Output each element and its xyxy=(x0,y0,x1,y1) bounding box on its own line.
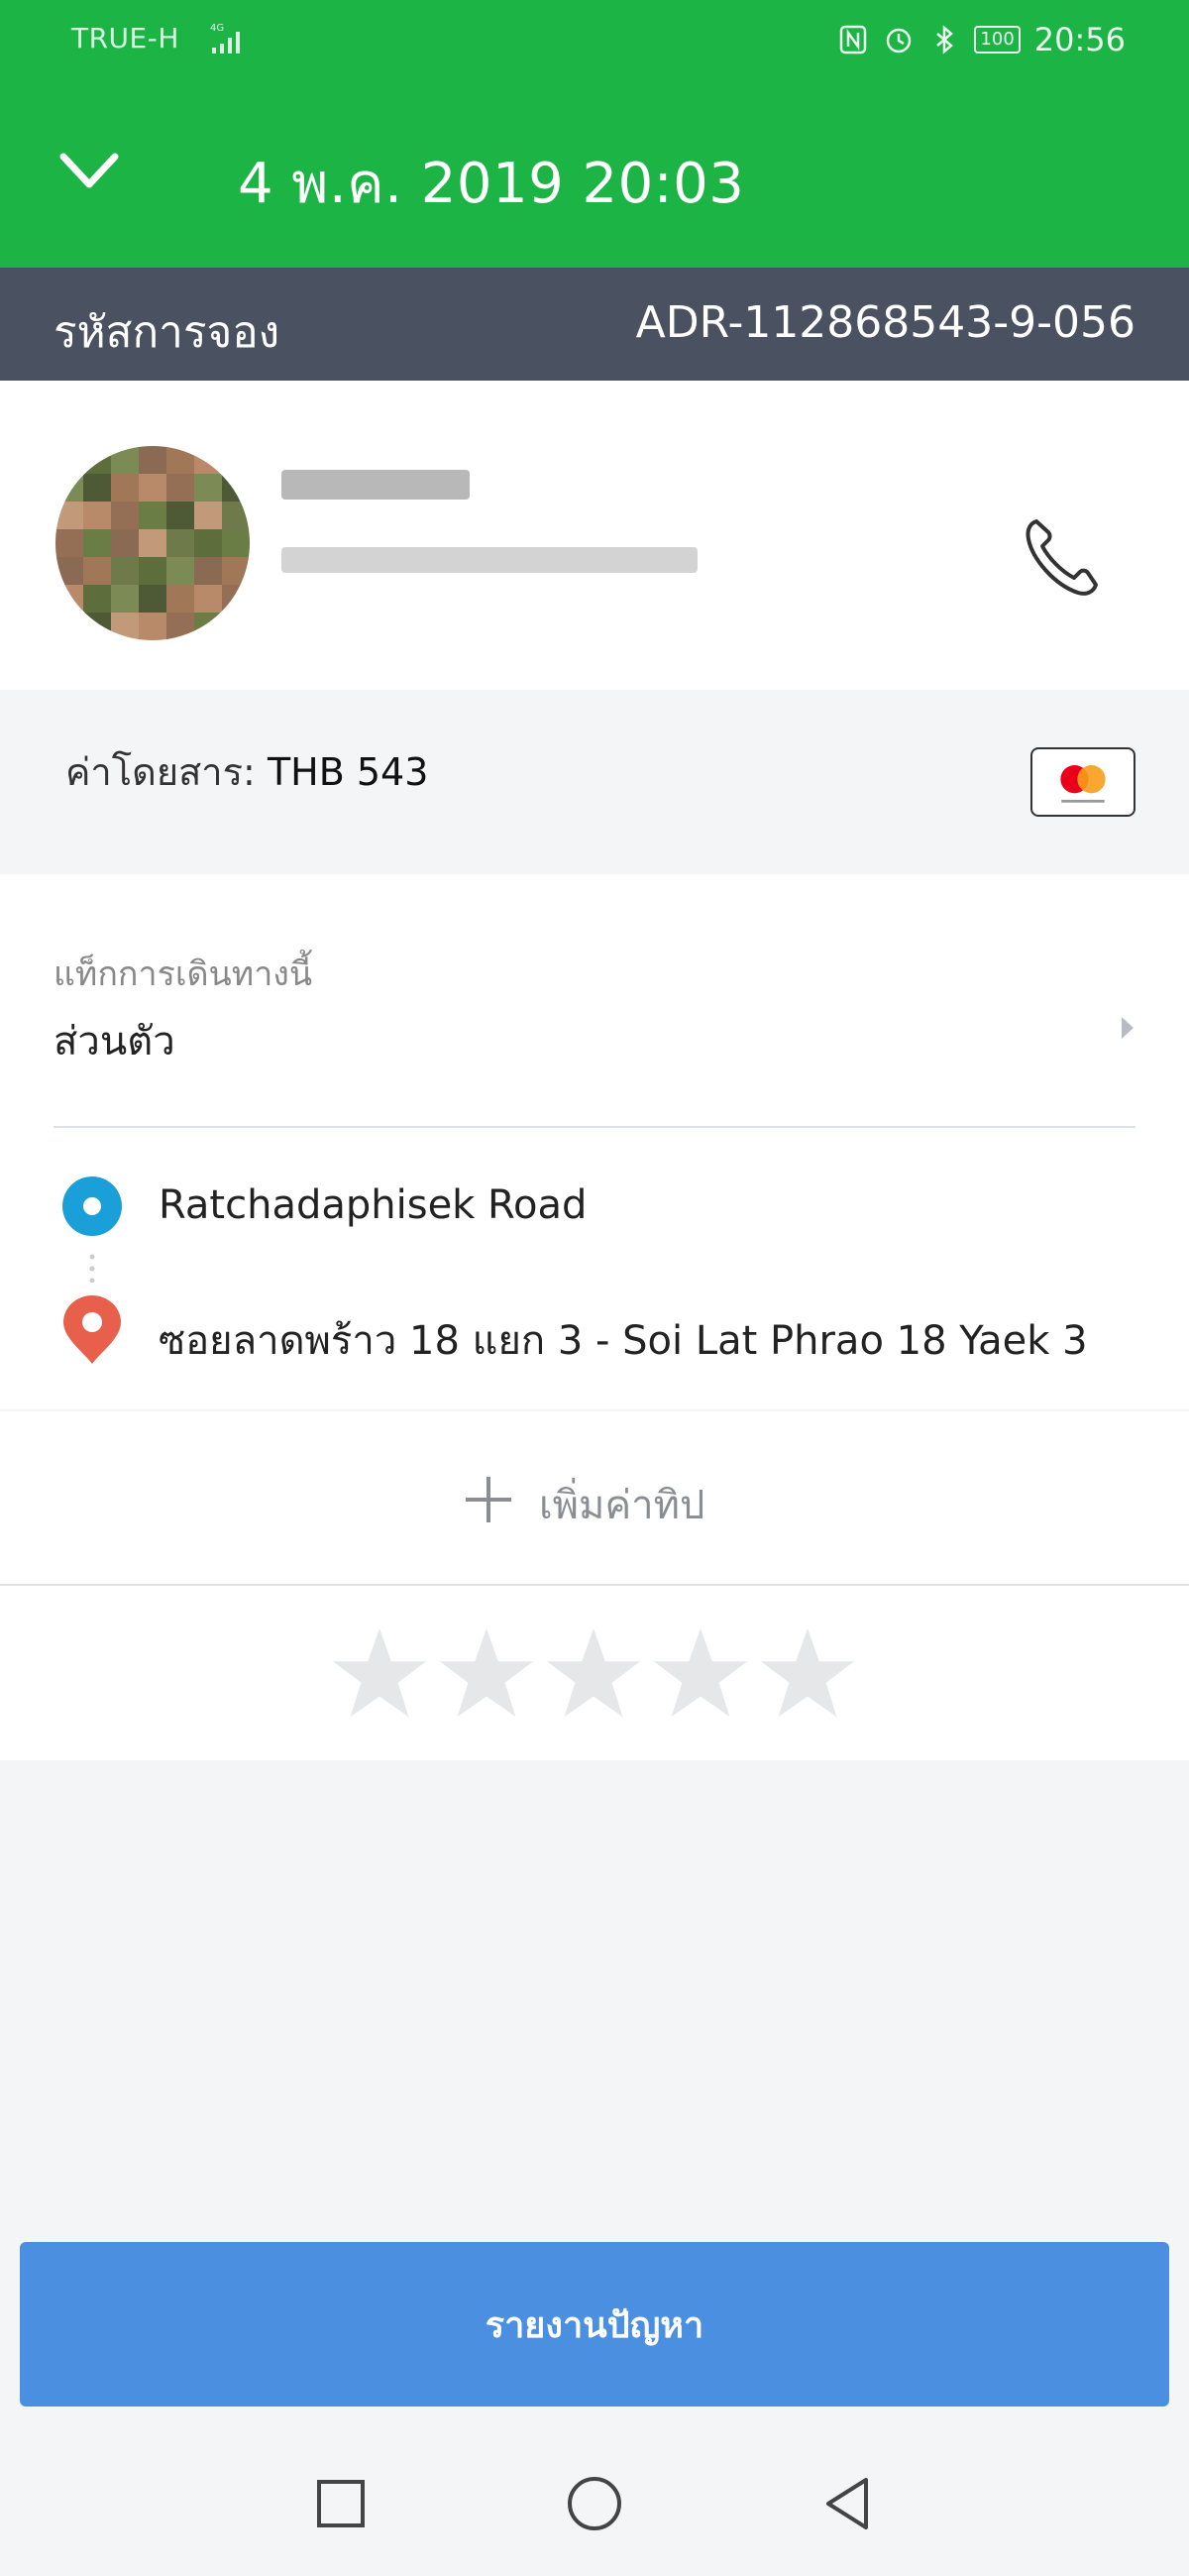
star-icon[interactable] xyxy=(652,1625,749,1721)
avatar-pixel xyxy=(222,474,250,502)
report-problem-button[interactable]: รายงานปัญหา xyxy=(20,2242,1169,2407)
avatar-pixel xyxy=(83,557,111,585)
page-title: 4 พ.ค. 2019 20:03 xyxy=(238,152,745,216)
recent-apps-icon[interactable] xyxy=(311,2474,371,2533)
avatar-pixel xyxy=(166,613,194,640)
avatar-pixel xyxy=(111,557,139,585)
avatar-pixel xyxy=(83,585,111,613)
avatar-pixel xyxy=(55,557,83,585)
fare-label: ค่าโดยสาร: xyxy=(65,750,268,794)
booking-code-label: รหัสการจอง xyxy=(54,307,280,358)
avatar-pixel xyxy=(83,502,111,529)
star-icon[interactable] xyxy=(438,1625,535,1721)
avatar-pixel xyxy=(166,502,194,529)
avatar-pixel xyxy=(222,557,250,585)
avatar-pixel xyxy=(222,529,250,557)
avatar-pixel xyxy=(55,585,83,613)
trip-tag-value[interactable]: ส่วนตัว xyxy=(54,1009,175,1072)
chevron-right-icon[interactable] xyxy=(1118,1013,1137,1043)
avatar-pixel xyxy=(194,502,222,529)
avatar-pixel xyxy=(111,613,139,640)
avatar-pixel xyxy=(222,585,250,613)
avatar-pixel xyxy=(222,502,250,529)
divider xyxy=(54,1126,1135,1128)
pickup-address: Ratchadaphisek Road xyxy=(159,1182,588,1228)
back-icon[interactable] xyxy=(818,2474,878,2533)
avatar-pixel xyxy=(83,613,111,640)
home-icon[interactable] xyxy=(565,2474,624,2533)
booking-code-bar: รหัสการจอง ADR-112868543-9-056 xyxy=(0,268,1189,381)
avatar-pixel xyxy=(166,446,194,474)
trip-tag-label: แท็กการเดินทางนี้ xyxy=(54,954,313,994)
dropoff-pin-icon xyxy=(63,1295,121,1364)
avatar-pixel xyxy=(111,502,139,529)
avatar-pixel xyxy=(139,557,166,585)
avatar-pixel xyxy=(55,502,83,529)
booking-code-value: ADR-112868543-9-056 xyxy=(635,297,1135,348)
dropoff-address: ซอยลาดพร้าว 18 แยก 3 - Soi Lat Phrao 18 … xyxy=(159,1318,1088,1364)
avatar-pixel xyxy=(166,529,194,557)
avatar-pixel xyxy=(139,613,166,640)
avatar-pixel xyxy=(194,557,222,585)
chevron-down-icon[interactable] xyxy=(57,147,121,196)
avatar xyxy=(55,446,250,640)
avatar-pixel xyxy=(166,474,194,502)
clock: 20:56 xyxy=(1033,21,1126,58)
phone-icon[interactable] xyxy=(1015,509,1110,605)
avatar-pixel xyxy=(166,585,194,613)
avatar-pixel xyxy=(83,529,111,557)
avatar-pixel xyxy=(83,446,111,474)
avatar-pixel xyxy=(83,474,111,502)
avatar-pixel xyxy=(194,613,222,640)
star-icon[interactable] xyxy=(331,1625,428,1721)
avatar-pixel xyxy=(222,613,250,640)
signal-icon: 4G xyxy=(210,23,240,54)
fare-amount: THB 543 xyxy=(267,750,429,794)
avatar-pixel xyxy=(222,446,250,474)
star-icon[interactable] xyxy=(759,1625,856,1721)
driver-name-redacted xyxy=(281,470,470,500)
avatar-pixel xyxy=(55,474,83,502)
nfc-icon xyxy=(840,25,867,55)
avatar-pixel xyxy=(139,502,166,529)
avatar-pixel xyxy=(139,529,166,557)
add-tip-label: เพิ่มค่าทิป xyxy=(539,1483,705,1528)
driver-vehicle-redacted xyxy=(281,547,698,573)
fare-text: ค่าโดยสาร: THB 543 xyxy=(65,741,428,802)
alarm-icon xyxy=(887,28,912,54)
avatar-pixel xyxy=(139,474,166,502)
driver-card xyxy=(0,381,1189,690)
avatar-pixel xyxy=(166,557,194,585)
avatar-pixel xyxy=(111,474,139,502)
avatar-pixel xyxy=(194,474,222,502)
avatar-pixel xyxy=(194,585,222,613)
avatar-pixel xyxy=(139,446,166,474)
avatar-pixel xyxy=(139,585,166,613)
plus-icon xyxy=(466,1477,511,1522)
avatar-pixel xyxy=(194,446,222,474)
star-icon[interactable] xyxy=(545,1625,642,1721)
avatar-pixel xyxy=(111,585,139,613)
system-nav-bar xyxy=(0,2418,1189,2576)
carrier-name: TRUE-H xyxy=(71,22,179,55)
battery-icon: 100 xyxy=(974,26,1021,54)
mastercard-icon xyxy=(1030,747,1135,817)
add-tip-button[interactable]: เพิ่มค่าทิป xyxy=(0,1411,1189,1584)
avatar-pixel xyxy=(111,529,139,557)
star-rating xyxy=(331,1625,856,1721)
route-dots xyxy=(89,1254,95,1283)
status-bar: TRUE-H 4G 100 20:56 xyxy=(0,0,1189,81)
rating-row xyxy=(0,1586,1189,1760)
avatar-pixel xyxy=(194,529,222,557)
app-bar: 4 พ.ค. 2019 20:03 xyxy=(0,81,1189,268)
avatar-pixel xyxy=(55,529,83,557)
avatar-pixel xyxy=(111,446,139,474)
bluetooth-icon xyxy=(936,25,954,55)
pickup-pin-icon xyxy=(62,1176,122,1236)
fare-row: ค่าโดยสาร: THB 543 xyxy=(0,690,1189,874)
svg-text:4G: 4G xyxy=(210,23,224,34)
avatar-pixel xyxy=(55,446,83,474)
avatar-pixel xyxy=(55,613,83,640)
